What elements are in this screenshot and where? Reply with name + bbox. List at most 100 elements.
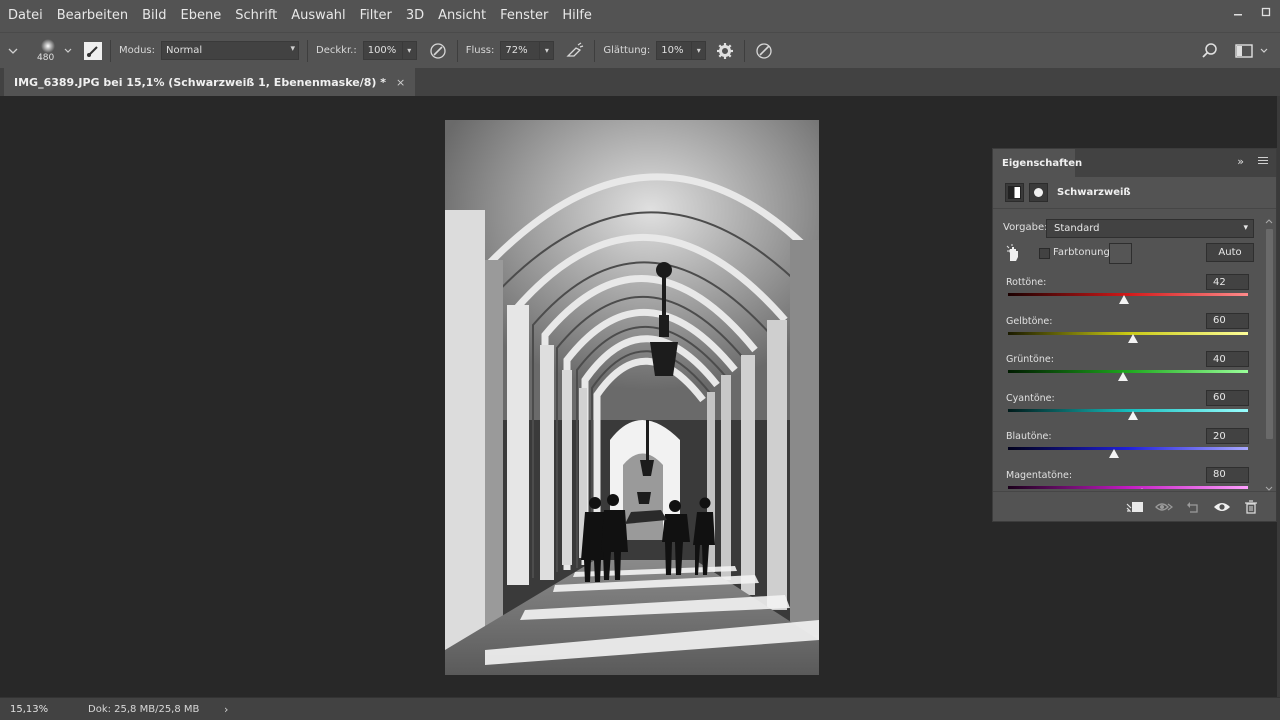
opacity-input[interactable]: 100%: [362, 41, 403, 60]
properties-scrollbar[interactable]: [1264, 217, 1274, 491]
preset-value: Standard: [1054, 223, 1100, 234]
smoothing-dropdown[interactable]: ▾: [692, 41, 707, 60]
slider-label: Grüntöne:: [1006, 354, 1054, 365]
delete-button[interactable]: [1240, 498, 1262, 516]
slider-track[interactable]: [1008, 447, 1248, 450]
brush-size: 480: [37, 52, 55, 63]
collapse-panel-icon[interactable]: »: [1237, 155, 1244, 168]
black-white-adjustment-icon: [1008, 186, 1021, 199]
window-controls: [1224, 0, 1280, 32]
menu-ansicht[interactable]: Ansicht: [431, 0, 493, 32]
document-tab[interactable]: IMG_6389.JPG bei 15,1% (Schwarzweiß 1, E…: [4, 68, 416, 96]
slider-thumb[interactable]: [1127, 410, 1138, 420]
menu-datei[interactable]: Datei: [0, 0, 50, 32]
menu-auswahl[interactable]: Auswahl: [284, 0, 352, 32]
slider-value-input[interactable]: 42: [1206, 274, 1249, 290]
adjustment-header: Schwarzweiß: [993, 177, 1276, 209]
menu-ebene[interactable]: Ebene: [174, 0, 229, 32]
mode-label: Modus:: [119, 45, 156, 56]
workspace-chevron-icon[interactable]: [1258, 45, 1270, 57]
scroll-up-icon[interactable]: [1264, 217, 1274, 225]
flow-dropdown[interactable]: ▾: [540, 41, 555, 60]
smoothing-input[interactable]: 10%: [656, 41, 693, 60]
options-bar: 480 Modus: Normal ▾ Deckkr.: 100% ▾ Flus…: [0, 32, 1280, 68]
gear-icon[interactable]: [714, 40, 736, 62]
brush-preset-picker[interactable]: 480: [34, 35, 62, 67]
pressure-opacity-icon[interactable]: [427, 40, 449, 62]
menu-schrift[interactable]: Schrift: [228, 0, 284, 32]
smoothing-label: Glättung:: [603, 45, 651, 56]
flow-label: Fluss:: [465, 45, 495, 56]
properties-tab[interactable]: Eigenschaften: [993, 149, 1082, 177]
separator: [456, 39, 458, 62]
slider-thumb[interactable]: [1127, 333, 1138, 343]
status-bar: 15,13% Dok: 25,8 MB/25,8 MB ›: [0, 697, 1280, 720]
mask-icon: [1032, 186, 1045, 199]
slider-value-input[interactable]: 60: [1206, 312, 1249, 329]
slider-thumb[interactable]: [1108, 449, 1119, 458]
layer-mask-button[interactable]: [1029, 183, 1048, 202]
targeted-adjustment-hand-icon[interactable]: [1005, 244, 1021, 262]
trash-icon: [1245, 499, 1257, 514]
separator: [110, 39, 111, 62]
status-menu-arrow-icon[interactable]: ›: [224, 703, 228, 716]
airbrush-icon[interactable]: [564, 40, 586, 62]
mode-select[interactable]: Normal ▾: [161, 41, 300, 60]
flow-input[interactable]: 72%: [500, 41, 541, 60]
maximize-icon: [1261, 7, 1271, 17]
separator: [744, 39, 746, 62]
slider-thumb[interactable]: [1137, 487, 1148, 489]
menu-fenster[interactable]: Fenster: [493, 0, 555, 32]
brush-panel-icon: [87, 45, 98, 57]
brush-picker-chevron-icon[interactable]: [62, 45, 74, 57]
brush-settings-toggle[interactable]: [84, 41, 102, 60]
properties-footer: [993, 491, 1276, 521]
tool-preset-chevron-icon[interactable]: [6, 44, 20, 58]
adjustment-title: Schwarzweiß: [1057, 187, 1131, 198]
menu-bearbeiten[interactable]: Bearbeiten: [50, 0, 135, 32]
tint-checkbox[interactable]: [1039, 248, 1050, 259]
auto-button[interactable]: Auto: [1206, 243, 1254, 262]
adjustment-layer-icon[interactable]: [1005, 183, 1024, 202]
slider-track[interactable]: [1008, 485, 1248, 489]
slider-value-input[interactable]: 40: [1206, 351, 1249, 367]
separator: [594, 39, 596, 62]
minimize-icon: [1234, 14, 1242, 16]
clip-to-layer-button[interactable]: [1124, 498, 1146, 516]
minimize-button[interactable]: [1224, 0, 1252, 24]
mode-value: Normal: [166, 45, 203, 56]
slider-label: Rottöne:: [1006, 277, 1047, 288]
close-icon[interactable]: ×: [396, 76, 405, 89]
document-image[interactable]: [445, 120, 819, 675]
preset-label: Vorgabe:: [1003, 222, 1048, 233]
menu-hilfe[interactable]: Hilfe: [555, 0, 599, 32]
tint-color-swatch[interactable]: [1109, 243, 1132, 264]
slider-value-input[interactable]: 20: [1206, 428, 1249, 444]
document-size-info: Dok: 25,8 MB/25,8 MB: [88, 703, 200, 715]
view-previous-state-button[interactable]: [1153, 498, 1175, 516]
properties-panel: Eigenschaften » Schwarzweiß Vorgabe: Sta…: [992, 148, 1277, 522]
menu-bild[interactable]: Bild: [135, 0, 173, 32]
preset-select[interactable]: Standard ▾: [1046, 219, 1254, 238]
properties-body: Vorgabe: Standard ▾ Farbtonung Auto Rott…: [993, 217, 1264, 489]
slider-thumb[interactable]: [1119, 295, 1130, 304]
reset-button[interactable]: [1182, 498, 1204, 516]
menu-3d[interactable]: 3D: [399, 0, 431, 32]
opacity-dropdown[interactable]: ▾: [402, 41, 417, 60]
slider-thumb[interactable]: [1118, 372, 1129, 381]
toggle-visibility-button[interactable]: [1211, 498, 1233, 516]
scrollbar-thumb[interactable]: [1266, 229, 1273, 439]
panel-menu-icon[interactable]: [1258, 157, 1268, 167]
opacity-label: Deckkr.:: [316, 45, 357, 56]
properties-panel-header: Eigenschaften »: [993, 149, 1276, 177]
slider-value-input[interactable]: 80: [1206, 466, 1249, 483]
slider-label: Gelbtöne:: [1006, 315, 1053, 327]
pressure-size-icon[interactable]: [753, 40, 775, 62]
workspace-icon[interactable]: [1234, 41, 1254, 61]
slider-label: Blautöne:: [1006, 431, 1052, 442]
slider-value-input[interactable]: 60: [1206, 389, 1249, 406]
menu-filter[interactable]: Filter: [353, 0, 399, 32]
maximize-button[interactable]: [1252, 0, 1280, 24]
search-icon[interactable]: [1200, 41, 1220, 61]
zoom-level[interactable]: 15,13%: [0, 704, 54, 715]
